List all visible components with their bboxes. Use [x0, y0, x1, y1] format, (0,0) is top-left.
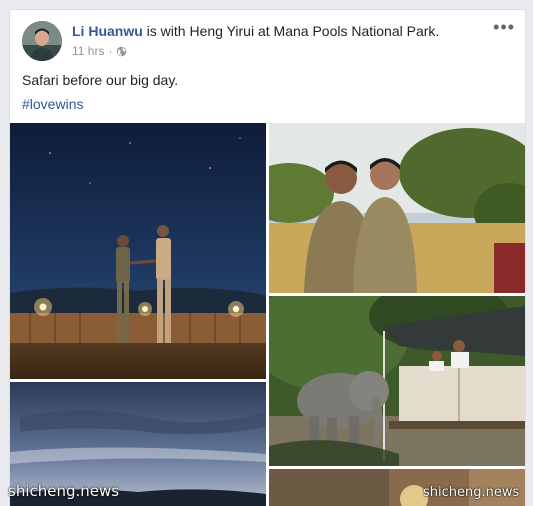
post-meta: 11 hrs · [72, 44, 127, 58]
photo-couple-smiling[interactable] [269, 123, 525, 293]
at-text: at [254, 23, 274, 39]
author-avatar[interactable] [22, 21, 62, 61]
post-header: Li Huanwu is with Heng Yirui at Mana Poo… [72, 23, 439, 39]
watermark-right: shicheng.news [423, 485, 520, 500]
photo-elephant-tent[interactable] [269, 296, 525, 466]
hashtag-link[interactable]: #lovewins [22, 96, 83, 112]
with-text: is with [142, 23, 190, 39]
end-punct: . [435, 23, 440, 39]
post-card: Li Huanwu is with Heng Yirui at Mana Poo… [9, 9, 526, 506]
meta-separator: · [108, 44, 113, 58]
globe-icon[interactable] [116, 46, 127, 57]
photo-night-deck[interactable] [10, 123, 266, 379]
tagged-friend-link[interactable]: Heng Yirui [189, 23, 254, 39]
location-link[interactable]: Mana Pools National Park [274, 23, 436, 39]
watermark-left: shicheng.news [8, 482, 120, 500]
post-caption: Safari before our big day. [22, 72, 179, 88]
author-name-link[interactable]: Li Huanwu [72, 23, 143, 39]
post-timestamp[interactable]: 11 hrs [72, 44, 104, 58]
more-options-icon[interactable]: ••• [493, 18, 515, 36]
